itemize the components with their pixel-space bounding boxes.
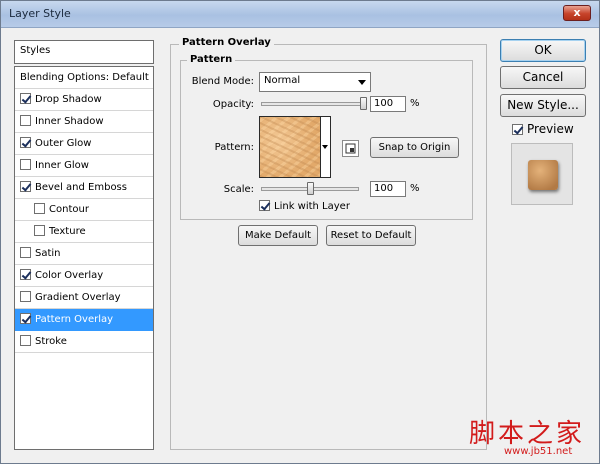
pattern-label: Pattern:: [214, 142, 254, 153]
style-item-checkbox[interactable]: [20, 313, 31, 324]
styles-header[interactable]: Styles: [14, 40, 154, 64]
style-item-label: Outer Glow: [35, 138, 92, 149]
title-bar[interactable]: Layer Style x: [1, 1, 599, 28]
style-item-label: Inner Glow: [35, 160, 89, 171]
style-item-label: Gradient Overlay: [35, 292, 121, 303]
layer-style-dialog: Layer Style x Styles Blending Options: D…: [0, 0, 600, 464]
style-item-outer-glow[interactable]: Outer Glow: [15, 133, 153, 155]
pattern-group-title: Pattern: [187, 54, 236, 65]
preview-checkbox-row[interactable]: Preview: [512, 122, 574, 136]
blend-mode-label: Blend Mode:: [191, 76, 254, 87]
window-title: Layer Style: [9, 7, 71, 20]
style-item-label: Satin: [35, 248, 61, 259]
opacity-input[interactable]: 100: [370, 96, 406, 112]
style-item-gradient-overlay[interactable]: Gradient Overlay: [15, 287, 153, 309]
watermark-url: www.jb51.net: [504, 446, 573, 457]
preview-thumbnail: [511, 143, 573, 205]
style-item-checkbox[interactable]: [34, 225, 45, 236]
opacity-unit: %: [410, 98, 420, 109]
style-item-checkbox[interactable]: [20, 93, 31, 104]
style-item-checkbox[interactable]: [20, 269, 31, 280]
cancel-button[interactable]: Cancel: [500, 66, 586, 89]
watermark-logo: 脚本之家: [469, 419, 586, 449]
preview-checkbox[interactable]: [512, 124, 523, 135]
chevron-down-icon: [358, 80, 366, 85]
style-item-checkbox[interactable]: [20, 181, 31, 192]
scale-label: Scale:: [223, 184, 254, 195]
style-item-checkbox[interactable]: [20, 159, 31, 170]
opacity-slider-track[interactable]: [261, 102, 365, 106]
scale-input[interactable]: 100: [370, 181, 406, 197]
style-item-checkbox[interactable]: [20, 115, 31, 126]
link-with-layer-label: Link with Layer: [274, 201, 350, 212]
style-item-inner-glow[interactable]: Inner Glow: [15, 155, 153, 177]
style-item-label: Color Overlay: [35, 270, 104, 281]
opacity-label: Opacity:: [212, 99, 254, 110]
style-item-checkbox[interactable]: [20, 291, 31, 302]
chevron-down-icon: [322, 145, 328, 149]
styles-list: Blending Options: Default Drop Shadow Inne…: [14, 66, 154, 450]
style-item-label: Pattern Overlay: [35, 314, 114, 325]
ok-button[interactable]: OK: [500, 39, 586, 62]
dialog-content: Styles Blending Options: Default Drop Sha…: [1, 29, 599, 463]
new-preset-button[interactable]: [342, 140, 359, 157]
scale-slider-thumb[interactable]: [307, 182, 314, 195]
style-item-label: Bevel and Emboss: [35, 182, 127, 193]
blend-mode-select[interactable]: Normal: [259, 72, 371, 92]
style-item-checkbox[interactable]: [20, 137, 31, 148]
style-item-label: Contour: [49, 204, 89, 215]
make-default-button[interactable]: Make Default: [238, 225, 318, 246]
style-item-label: Stroke: [35, 336, 67, 347]
new-preset-icon: [345, 143, 356, 154]
style-item-checkbox[interactable]: [20, 335, 31, 346]
close-button[interactable]: x: [563, 5, 591, 21]
style-item-drop-shadow[interactable]: Drop Shadow: [15, 89, 153, 111]
style-item-checkbox[interactable]: [20, 247, 31, 258]
snap-to-origin-button[interactable]: Snap to Origin: [370, 137, 459, 158]
style-item-checkbox[interactable]: [34, 203, 45, 214]
pattern-picker-dropdown[interactable]: [321, 116, 331, 178]
blend-mode-value: Normal: [264, 75, 301, 86]
preview-tile: [528, 160, 558, 190]
style-item-label: Drop Shadow: [35, 94, 102, 105]
pattern-swatch[interactable]: [259, 116, 321, 178]
style-item-blending-options-default[interactable]: Blending Options: Default: [15, 67, 153, 89]
style-item-label: Inner Shadow: [35, 116, 104, 127]
style-item-color-overlay[interactable]: Color Overlay: [15, 265, 153, 287]
link-with-layer-checkbox-row[interactable]: Link with Layer: [259, 200, 350, 212]
style-item-bevel-and-emboss[interactable]: Bevel and Emboss: [15, 177, 153, 199]
style-item-label: Texture: [49, 226, 86, 237]
style-item-contour[interactable]: Contour: [15, 199, 153, 221]
style-item-stroke[interactable]: Stroke: [15, 331, 153, 353]
style-item-texture[interactable]: Texture: [15, 221, 153, 243]
style-item-inner-shadow[interactable]: Inner Shadow: [15, 111, 153, 133]
style-item-pattern-overlay[interactable]: Pattern Overlay: [15, 309, 153, 331]
reset-to-default-button[interactable]: Reset to Default: [326, 225, 416, 246]
scale-unit: %: [410, 183, 420, 194]
preview-label: Preview: [527, 122, 574, 136]
link-with-layer-checkbox[interactable]: [259, 200, 270, 211]
style-item-label: Blending Options: Default: [20, 72, 149, 83]
opacity-slider-thumb[interactable]: [360, 97, 367, 110]
style-item-satin[interactable]: Satin: [15, 243, 153, 265]
pattern-overlay-group-title: Pattern Overlay: [179, 37, 274, 48]
new-style-button[interactable]: New Style...: [500, 94, 586, 117]
